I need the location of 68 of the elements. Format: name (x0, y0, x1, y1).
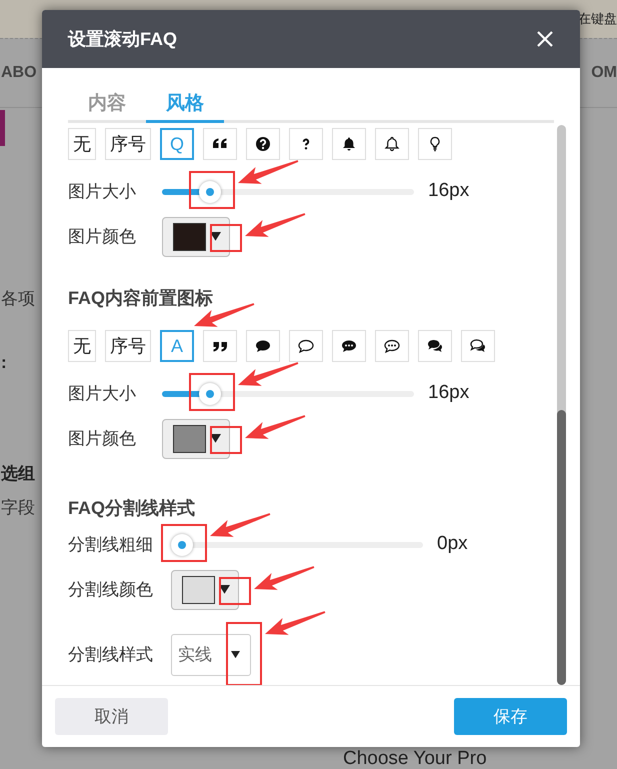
nav-link[interactable]: OM (591, 61, 617, 85)
nav-link[interactable]: ABO (1, 61, 37, 85)
page-text: 各项 (1, 288, 35, 310)
icon-option[interactable]: Q (160, 128, 194, 160)
icon-option[interactable]: 无 (68, 330, 96, 362)
field-label: 分割线样式 (68, 644, 153, 666)
slider-thumb[interactable] (198, 382, 221, 404)
icon-option[interactable] (203, 330, 237, 362)
caret-icon (219, 585, 230, 594)
cancel-button[interactable]: 取消 (55, 698, 168, 735)
field-label: 图片颜色 (68, 428, 137, 450)
slider-thumb[interactable] (171, 534, 193, 556)
icon-option[interactable]: 无 (68, 128, 96, 160)
icon-option[interactable] (203, 128, 237, 160)
close-button[interactable] (536, 30, 554, 48)
select-value: 实线 (178, 644, 212, 666)
field-label: 图片颜色 (68, 226, 137, 248)
dialog-title: 设置滚动FAQ (68, 28, 178, 50)
icon-option[interactable] (332, 330, 366, 362)
question-circle-icon (255, 136, 271, 152)
bell-icon (341, 136, 357, 152)
icon-option[interactable] (289, 128, 323, 160)
save-button[interactable]: 保存 (454, 698, 567, 735)
accent-bar (0, 110, 5, 146)
icon-option[interactable]: 序号 (105, 330, 151, 362)
tab[interactable]: 内容 (68, 90, 146, 122)
field-label: 分割线颜色 (68, 578, 153, 601)
slider-thumb[interactable] (198, 180, 221, 202)
speech-bubble-icon (341, 338, 357, 354)
scrollbar[interactable] (557, 124, 566, 685)
color-picker[interactable] (162, 418, 230, 458)
speech-bubble-icon (298, 338, 314, 354)
value-label: 16px (428, 179, 470, 204)
field-label: 图片大小 (68, 382, 137, 405)
section-heading: FAQ内容前置图标 (68, 286, 214, 310)
bell-icon (384, 136, 400, 152)
icon-option[interactable] (418, 330, 452, 362)
page-text: 字段 (1, 496, 35, 518)
page-heading: : (1, 352, 7, 374)
icon-option[interactable] (246, 330, 280, 362)
icon-option[interactable] (289, 330, 323, 362)
icon-option[interactable]: 序号 (105, 128, 151, 160)
section-heading: FAQ分割线样式 (68, 496, 196, 520)
color-picker[interactable] (162, 216, 230, 256)
chat-bubbles-icon (470, 338, 486, 354)
value-label: 0px (437, 532, 468, 556)
icon-option[interactable] (332, 128, 366, 160)
chat-bubbles-icon (427, 338, 443, 354)
close-icon (536, 30, 554, 48)
icon-option[interactable] (375, 330, 409, 362)
caret-icon (210, 232, 221, 241)
color-picker[interactable] (171, 570, 239, 610)
speech-bubble-icon (384, 338, 400, 354)
icon-option[interactable] (461, 330, 495, 362)
field-label: 图片大小 (68, 180, 137, 203)
icon-option[interactable] (418, 128, 452, 160)
field-label: 分割线粗细 (68, 534, 153, 556)
speech-bubble-icon (255, 338, 271, 354)
scrollbar-thumb[interactable] (557, 410, 566, 685)
select-field[interactable]: 实线 (171, 634, 251, 676)
page-heading: Choose Your Pro (343, 749, 487, 768)
tab[interactable]: 风格 (146, 90, 224, 122)
value-label: 16px (428, 381, 470, 406)
page-heading: 选组 (1, 463, 35, 485)
icon-option[interactable] (375, 128, 409, 160)
caret-icon (210, 434, 221, 443)
icon-option[interactable] (246, 128, 280, 160)
caret-icon (231, 650, 240, 658)
